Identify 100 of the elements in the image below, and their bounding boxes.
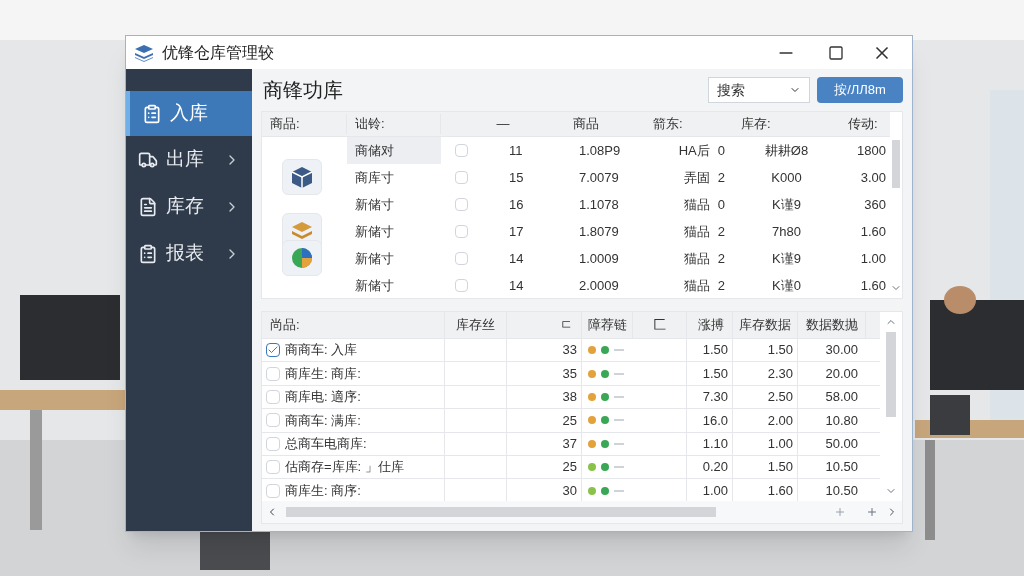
table-cell-text: 估商存=库库: 」仕库 <box>285 458 404 477</box>
scrollbar-thumb[interactable] <box>892 140 900 188</box>
table-cell: 1.50 <box>733 339 798 362</box>
column-header: 箭东: <box>652 115 684 134</box>
horizontal-scrollbar[interactable] <box>286 507 716 517</box>
column-header: 尚品: <box>262 312 445 338</box>
table-cell-text: 30.00 <box>824 341 859 360</box>
table-cell-text: 1800 <box>856 141 887 160</box>
table-cell-text: 1.8079 <box>578 222 620 241</box>
table-cell-text: 11 <box>508 141 524 160</box>
table-cell[interactable]: 新储寸 <box>347 245 441 272</box>
column-header: 商品: <box>262 114 347 134</box>
dash-icon <box>614 395 624 398</box>
column-header: 库存丝 <box>445 312 507 338</box>
table-cell: 38 <box>507 385 582 409</box>
table-cell-text: 猫品 2 <box>682 249 726 268</box>
column-header: 数据数抛 <box>798 312 866 338</box>
column-header: 库存数据 <box>733 312 798 338</box>
table-cell-text: 10.80 <box>824 411 859 430</box>
table-cell-text: 1.1078 <box>578 195 620 214</box>
table-cell-text: 14 <box>508 249 525 268</box>
table-cell[interactable]: 商储对 <box>347 137 441 164</box>
table-cell-text: K000 <box>770 168 803 187</box>
table-cell: 33 <box>507 339 582 362</box>
search-dropdown[interactable]: 搜索 <box>708 77 810 103</box>
table-cell[interactable]: 新储寸 <box>347 272 441 299</box>
table-cell: 1.50 <box>687 339 733 362</box>
table-cell-text: 15 <box>508 168 525 187</box>
table-cell-text: 58.00 <box>824 388 859 407</box>
table-cell-text: 16 <box>508 195 525 214</box>
table-cell: 0.20 <box>687 455 733 479</box>
table-cell: 1.50 <box>687 362 733 385</box>
table-cell: 1.10 <box>687 432 733 455</box>
maximize-icon[interactable] <box>828 44 844 61</box>
table-cell-text: 商商车: 满库: <box>285 411 361 430</box>
table-cell-text: 1.08P9 <box>578 141 622 160</box>
table-cell-text: 总商车电商库: <box>285 435 367 453</box>
table-cell: 25 <box>507 409 582 432</box>
column-header: 障荐链 <box>582 312 633 338</box>
table-cell-text: 3.00 <box>859 168 887 187</box>
sidebar-item[interactable]: 报表 <box>126 230 252 277</box>
dash-icon <box>614 442 624 445</box>
table-cell-text: 1.0009 <box>578 249 620 268</box>
window-title: 优锋仓库管理较 <box>162 42 274 63</box>
sidebar-item[interactable]: 库存 <box>126 183 252 230</box>
dash-icon <box>614 349 624 352</box>
checkbox[interactable] <box>266 343 280 358</box>
table-cell-text: 10.50 <box>824 458 859 477</box>
column-header: 库存: <box>740 115 772 134</box>
table-cell-text: K谨0 <box>771 276 802 295</box>
table-cell: 2.00 <box>733 409 798 432</box>
table-cell: 2.30 <box>733 362 798 385</box>
table-cell: 35 <box>507 362 582 385</box>
table-cell-text: 1.60 <box>859 222 887 241</box>
table-cell-text: 20.00 <box>824 364 859 383</box>
table-cell-text: 耕耕Ø8 <box>763 141 810 160</box>
table-cell-text: 2.0009 <box>578 276 620 295</box>
table-cell-text: 1.60 <box>859 276 887 295</box>
table-cell-text: 商库生: 商序: <box>285 481 361 500</box>
sidebar-item[interactable]: 入库 <box>126 91 252 136</box>
table-cell-text: K谨9 <box>771 195 802 214</box>
dash-icon <box>614 466 624 469</box>
scrollbar-thumb[interactable] <box>886 332 896 417</box>
table-cell-text: HA后 0 <box>677 141 726 160</box>
table-cell: 37 <box>507 432 582 455</box>
column-header: 传动: <box>847 115 879 134</box>
table-cell[interactable]: 新储寸 <box>347 191 441 218</box>
column-header: ㄷ <box>507 312 582 338</box>
table-cell: 16.0 <box>687 409 733 432</box>
column-header: 商品 <box>572 115 600 134</box>
table-cell-text: 猫品 0 <box>682 195 726 214</box>
dash-icon <box>614 372 624 375</box>
table-cell-text: 猫品 2 <box>682 276 726 295</box>
plus-icon[interactable] <box>834 506 846 518</box>
table-cell-text: 50.00 <box>824 435 859 453</box>
column-header: 匚 <box>633 312 687 338</box>
table-cell[interactable]: 商库寸 <box>347 164 441 191</box>
table-cell-text: 商商车: 入库 <box>285 341 358 360</box>
table-cell-text: 商库电: 適序: <box>285 388 361 407</box>
table-cell[interactable]: 新储寸 <box>347 218 441 245</box>
table-cell: 1.50 <box>733 455 798 479</box>
plus-icon[interactable] <box>866 506 878 518</box>
table-cell-text: K谨9 <box>771 249 802 268</box>
dash-icon <box>614 489 624 492</box>
table-cell: 2.50 <box>733 385 798 409</box>
table-cell-text: 弄固 2 <box>682 168 726 187</box>
logo-icon <box>134 43 154 62</box>
table-cell-text: 17 <box>508 222 525 241</box>
table-cell-text: 14 <box>508 276 525 295</box>
table-cell-text: 猫品 2 <box>682 222 726 241</box>
column-header: 诎铃: <box>347 114 441 134</box>
table-cell-text: 商库生: 商库: <box>285 364 361 383</box>
dash-icon <box>614 419 624 422</box>
action-button[interactable]: 按/ЛЛ8m <box>817 77 903 103</box>
sidebar-item[interactable]: 出库 <box>126 136 252 183</box>
table-cell-text: 1.00 <box>859 249 887 268</box>
column-header: — <box>495 115 511 134</box>
table-cell: 25 <box>507 455 582 479</box>
table-cell-text: 360 <box>863 195 887 214</box>
column-header: 涨搏 <box>687 312 733 338</box>
